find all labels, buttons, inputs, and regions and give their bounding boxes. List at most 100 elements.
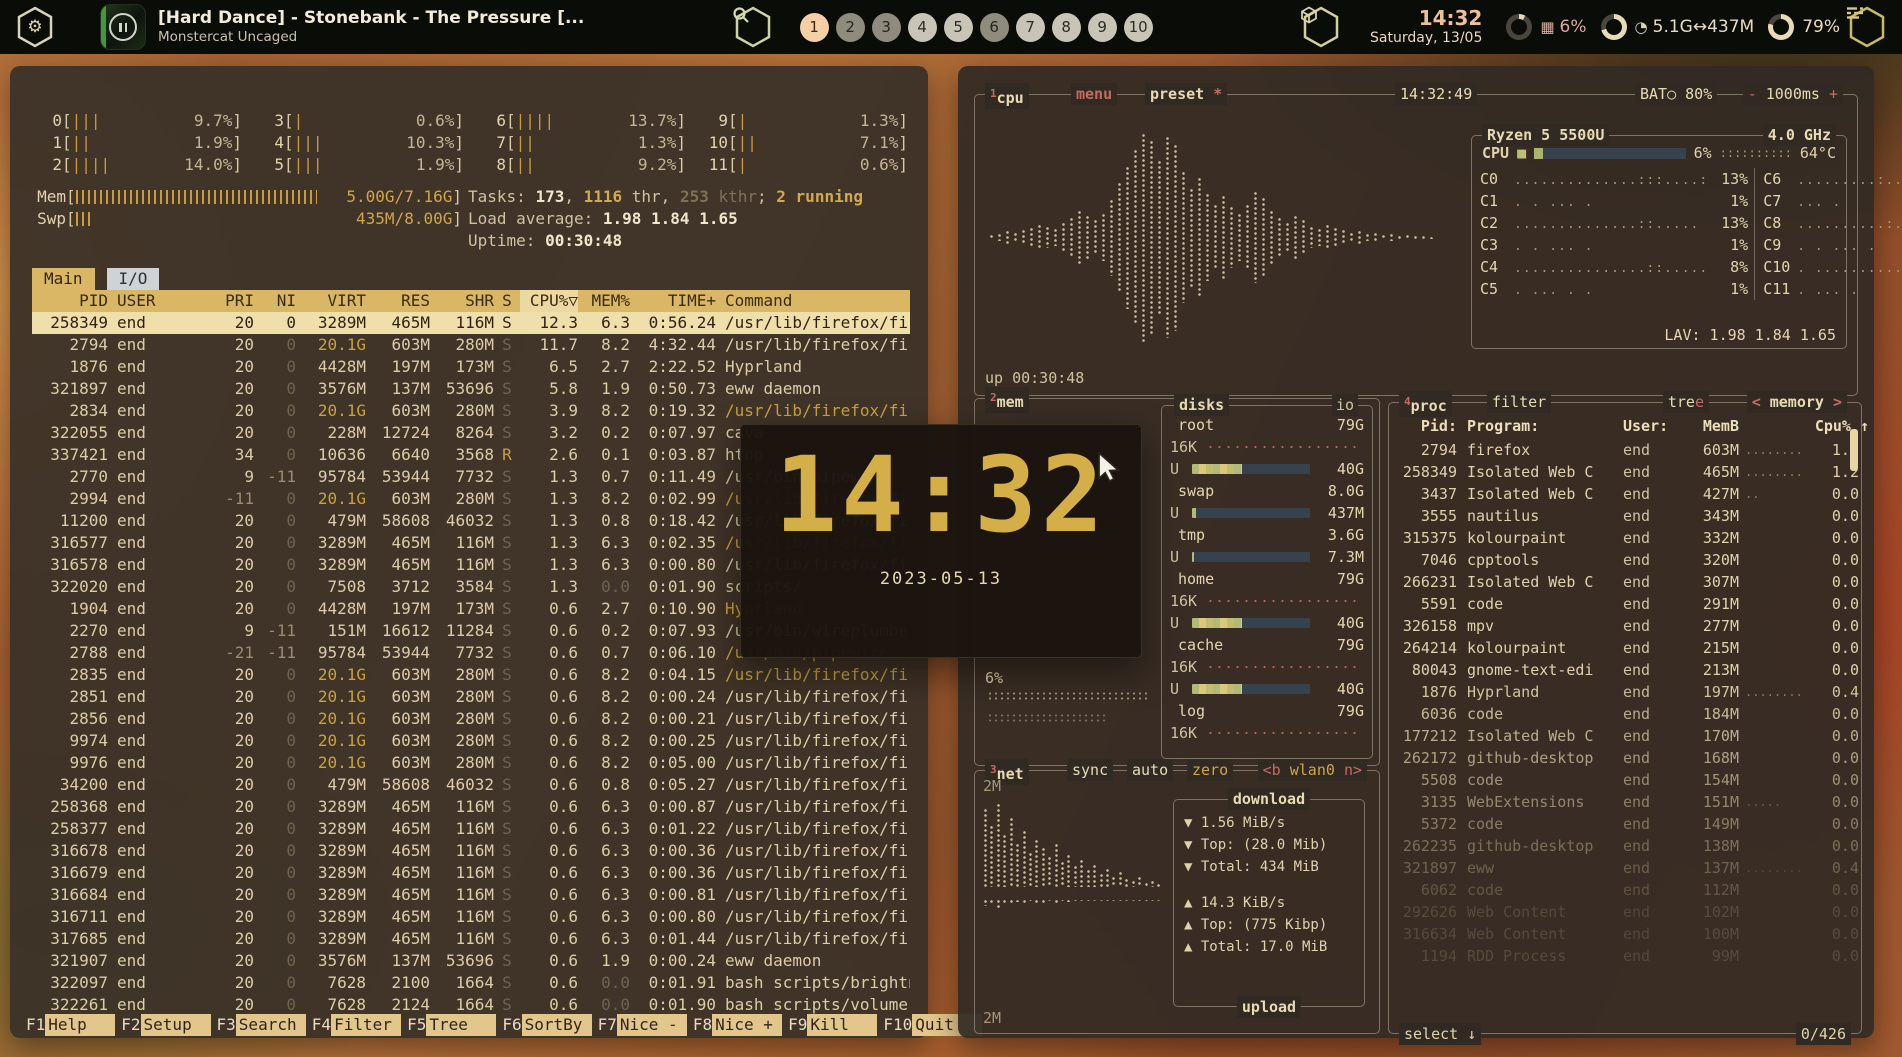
proc-row[interactable]: 292626Web Contentend102M0.0: [1395, 901, 1847, 923]
menu-button-btop[interactable]: menu: [1071, 83, 1117, 105]
table-row[interactable]: 316711end2003289M465M116MS0.66.30:00.80/…: [32, 906, 910, 928]
proc-scrollbar[interactable]: [1850, 429, 1858, 471]
fkey-nice[interactable]: F8Nice +: [687, 1014, 782, 1036]
table-row[interactable]: 322097end200762821001664S0.60.00:01.91ba…: [32, 972, 910, 994]
fkey-nice[interactable]: F7Nice -: [592, 1014, 687, 1036]
preset-button[interactable]: preset *: [1145, 83, 1227, 105]
album-art[interactable]: [100, 4, 146, 50]
proc-row[interactable]: 1876Hyprlandend197M..........0.4: [1395, 681, 1847, 703]
search-button[interactable]: [732, 6, 774, 48]
process-table-header[interactable]: PID USER PRI NI VIRT RES SHR S CPU%▽ MEM…: [32, 290, 910, 312]
disks-title[interactable]: disks: [1174, 394, 1229, 416]
table-row[interactable]: 321907end2003576M137M53696S0.61.90:00.24…: [32, 950, 910, 972]
proc-row[interactable]: 316634Web Contentend100M0.0: [1395, 923, 1847, 945]
table-row[interactable]: 258377end2003289M465M116MS0.66.30:01.22/…: [32, 818, 910, 840]
net-interface-switcher[interactable]: <b wlan0 n>: [1258, 759, 1367, 781]
disk-name: swap: [1170, 480, 1328, 502]
cpu-box-title[interactable]: 1cpu: [985, 83, 1029, 109]
cpu-meter-pct: 1.3%: [620, 132, 676, 154]
table-row[interactable]: 317685end2003289M465M116MS0.66.30:01.44/…: [32, 928, 910, 950]
table-row[interactable]: 2794end20020.1G603M280MS11.78.24:32.44/u…: [32, 334, 910, 356]
proc-tree-toggle[interactable]: tree: [1663, 391, 1709, 413]
proc-row[interactable]: 177212Isolated Web Cend170M0.0: [1395, 725, 1847, 747]
workspace-1[interactable]: 1: [800, 13, 829, 42]
fkey-help[interactable]: F1Help: [20, 1014, 115, 1036]
proc-row[interactable]: 1194RDD Processend99M0.0: [1395, 945, 1847, 967]
proc-row[interactable]: 266231Isolated Web Cend307M0.0: [1395, 571, 1847, 593]
net-info-box: download ▼ 1.56 MiB/s▼ Top: (28.0 Mib)▼ …: [1173, 799, 1365, 1007]
net-graph-column: [1047, 899, 1051, 901]
proc-row[interactable]: 80043gnome-text-ediend213M0.0: [1395, 659, 1847, 681]
workspace-6[interactable]: 6: [980, 13, 1009, 42]
table-row[interactable]: 322261end200762821241664S0.60.00:01.90ba…: [32, 994, 910, 1016]
table-row[interactable]: 2856end20020.1G603M280MS0.68.20:00.21/us…: [32, 708, 910, 730]
workspace-9[interactable]: 9: [1088, 13, 1117, 42]
now-playing[interactable]: [Hard Dance] - Stonebank - The Pressure …: [158, 8, 584, 46]
proc-row[interactable]: 3437Isolated Web Cend427M..0.0: [1395, 483, 1847, 505]
menu-button[interactable]: [1846, 6, 1888, 48]
proc-row[interactable]: 3135WebExtensionsend151M.....0.0: [1395, 791, 1847, 813]
workspace-3[interactable]: 3: [872, 13, 901, 42]
tab-main[interactable]: Main: [32, 268, 95, 290]
net-auto-toggle[interactable]: auto: [1127, 759, 1173, 781]
proc-row[interactable]: 315375kolourpaintend332M0.0: [1395, 527, 1847, 549]
table-row[interactable]: 9976end20020.1G603M280MS0.68.20:05.00/us…: [32, 752, 910, 774]
clock-widget: 14:32 2023-05-13: [740, 424, 1142, 658]
proc-row[interactable]: 2794firefoxend603M..........1.3: [1395, 439, 1847, 461]
table-row[interactable]: 34200end200479M5860846032S0.60.80:05.27/…: [32, 774, 910, 796]
workspace-4[interactable]: 4: [908, 13, 937, 42]
fkey-search[interactable]: F3Search: [211, 1014, 306, 1036]
fkey-filter[interactable]: F4Filter: [306, 1014, 401, 1036]
proc-filter-button[interactable]: filter: [1487, 391, 1551, 413]
proc-row[interactable]: 5508codeend154M0.0: [1395, 769, 1847, 791]
update-interval-control[interactable]: - 1000ms +: [1743, 83, 1843, 105]
proc-row[interactable]: 326158mpvend277M0.0: [1395, 615, 1847, 637]
proc-row[interactable]: 3555nautilusend343M0.0: [1395, 505, 1847, 527]
io-title[interactable]: io: [1332, 394, 1358, 416]
workspace-10[interactable]: 10: [1124, 13, 1153, 42]
tab-io[interactable]: I/O: [107, 268, 160, 290]
cpu-graph-column: [1045, 226, 1051, 248]
table-row[interactable]: 321897end2003576M137M53696S5.81.90:50.73…: [32, 378, 910, 400]
proc-row[interactable]: 321897ewwend137M..........0.4: [1395, 857, 1847, 879]
mem-box-title[interactable]: 2mem: [985, 387, 1029, 413]
proc-select-hint[interactable]: select ↓: [1399, 1023, 1481, 1045]
topbar-clock[interactable]: 14:32 Saturday, 13/05: [1370, 7, 1482, 46]
table-row[interactable]: 2851end20020.1G603M280MS0.68.20:00.24/us…: [32, 686, 910, 708]
table-row[interactable]: 2834end20020.1G603M280MS3.98.20:19.32/us…: [32, 400, 910, 422]
disk-io-scale: 16K: [1170, 436, 1202, 458]
table-row[interactable]: 316679end2003289M465M116MS0.66.30:00.36/…: [32, 862, 910, 884]
fkey-kill[interactable]: F9Kill: [782, 1014, 877, 1036]
table-row[interactable]: 1876end2004428M197M173MS6.52.72:22.52Hyp…: [32, 356, 910, 378]
proc-row[interactable]: 6062codeend112M0.0: [1395, 879, 1847, 901]
net-zero-toggle[interactable]: zero: [1187, 759, 1233, 781]
table-row[interactable]: 258368end2003289M465M116MS0.66.30:00.87/…: [32, 796, 910, 818]
proc-row[interactable]: 5372codeend149M0.0: [1395, 813, 1847, 835]
core-row-c4: C4...............::.....8%: [1480, 256, 1748, 278]
fkey-setup[interactable]: F2Setup: [115, 1014, 210, 1036]
cpu-graph-column: [1301, 219, 1307, 254]
workspace-5[interactable]: 5: [944, 13, 973, 42]
table-row[interactable]: 2835end20020.1G603M280MS0.68.20:04.15/us…: [32, 664, 910, 686]
workspace-7[interactable]: 7: [1016, 13, 1045, 42]
fkey-sortby[interactable]: F6SortBy: [496, 1014, 591, 1036]
proc-row[interactable]: 262172github-desktopend168M0.0: [1395, 747, 1847, 769]
workspace-8[interactable]: 8: [1052, 13, 1081, 42]
proc-row[interactable]: 258349Isolated Web Cend465M..........1.2: [1395, 461, 1847, 483]
proc-row[interactable]: 7046cpptoolsend320M0.0: [1395, 549, 1847, 571]
proc-row[interactable]: 5591codeend291M0.0: [1395, 593, 1847, 615]
table-row[interactable]: 316678end2003289M465M116MS0.66.30:00.36/…: [32, 840, 910, 862]
fkey-tree[interactable]: F5Tree: [401, 1014, 496, 1036]
proc-row[interactable]: 264214kolourpaintend215M0.0: [1395, 637, 1847, 659]
settings-gear-button[interactable]: ⚙: [14, 6, 56, 48]
table-row[interactable]: 9974end20020.1G603M280MS0.68.20:00.25/us…: [32, 730, 910, 752]
proc-row[interactable]: 6036codeend184M0.0: [1395, 703, 1847, 725]
proc-row[interactable]: 262235github-desktopend138M0.0: [1395, 835, 1847, 857]
proc-sort-selector[interactable]: < memory >: [1747, 391, 1847, 413]
package-button[interactable]: [1300, 6, 1342, 48]
proc-box-title[interactable]: 4proc: [1399, 391, 1452, 417]
table-row[interactable]: 316684end2003289M465M116MS0.66.30:00.81/…: [32, 884, 910, 906]
table-row[interactable]: 258349end2003289M465M116MS12.36.30:56.24…: [32, 312, 910, 334]
workspace-2[interactable]: 2: [836, 13, 865, 42]
net-sync-toggle[interactable]: sync: [1067, 759, 1113, 781]
